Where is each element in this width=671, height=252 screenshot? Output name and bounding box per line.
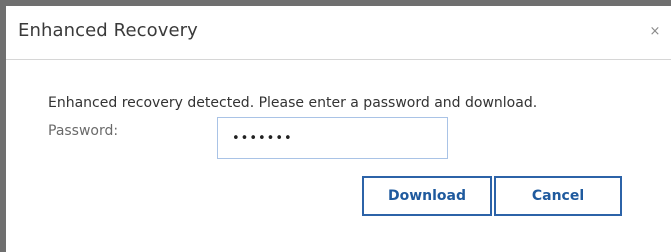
password-label: Password: bbox=[48, 123, 119, 139]
cancel-button[interactable]: Cancel bbox=[494, 176, 622, 216]
password-input[interactable] bbox=[217, 117, 448, 159]
close-icon[interactable]: × bbox=[647, 24, 663, 40]
dialog-titlebar: Enhanced Recovery × bbox=[6, 6, 671, 60]
enhanced-recovery-dialog: Enhanced Recovery × Enhanced recovery de… bbox=[6, 6, 671, 252]
recovery-message: Enhanced recovery detected. Please enter… bbox=[48, 95, 538, 111]
dialog-title: Enhanced Recovery bbox=[18, 20, 198, 41]
download-button[interactable]: Download bbox=[362, 176, 492, 216]
